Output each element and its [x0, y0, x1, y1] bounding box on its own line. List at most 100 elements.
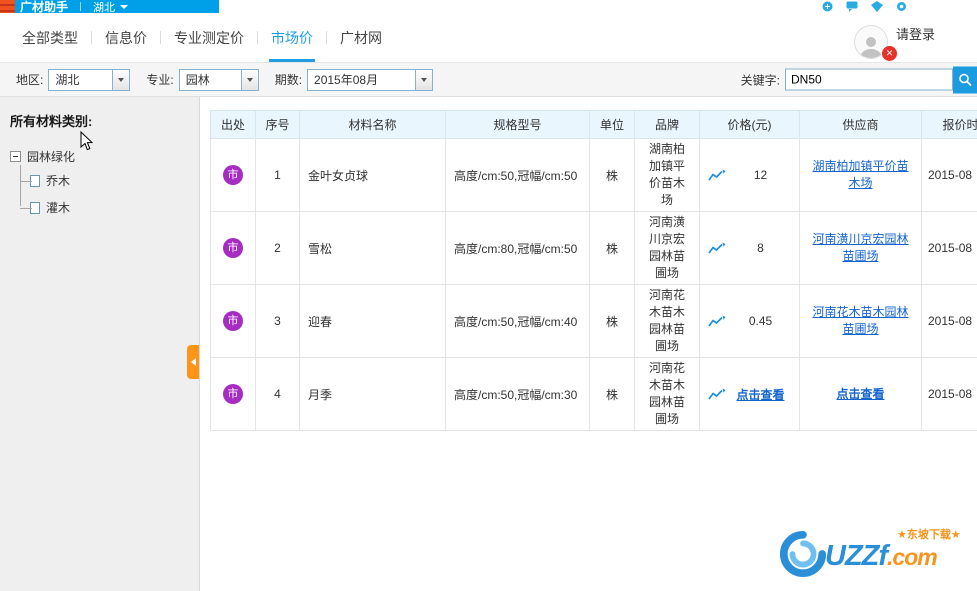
spec-cell: 高度/cm:50,冠幅/cm:30 — [446, 358, 590, 431]
major-filter-label: 专业: — [146, 71, 173, 88]
price-trend-chart-icon[interactable] — [708, 388, 726, 401]
spec-cell: 高度/cm:80,冠幅/cm:50 — [446, 212, 590, 285]
tab-info-price[interactable]: 信息价 — [105, 13, 147, 62]
price-value: 点击查看 — [726, 386, 795, 403]
col-header-unit: 单位 — [590, 111, 635, 139]
material-name-cell: 金叶女贞球 — [300, 139, 446, 212]
category-tree: 园林绿化 乔木 灌木 — [10, 148, 199, 221]
spec-cell: 高度/cm:50,冠幅/cm:50 — [446, 139, 590, 212]
price-value: 0.45 — [726, 314, 795, 328]
region-filter-label: 地区: — [16, 71, 43, 88]
app-logo-icon — [0, 0, 15, 13]
tree-node-arbor[interactable]: 乔木 — [30, 167, 199, 194]
index-cell: 3 — [256, 285, 300, 358]
major-dropdown[interactable]: 园林 — [179, 69, 259, 91]
col-header-brand: 品牌 — [635, 111, 700, 139]
quote-date-cell: 2015-08 — [922, 358, 977, 431]
unit-cell: 株 — [590, 139, 635, 212]
price-trend-chart-icon[interactable] — [708, 242, 726, 255]
tree-collapse-icon[interactable] — [10, 151, 21, 162]
window-titlebar: 广材助手 湖北 — [0, 0, 977, 13]
tab-market-price-label: 市场价 — [271, 28, 313, 48]
brand-cell: 河南花木苗木园林苗圃场 — [635, 358, 700, 431]
gem-icon[interactable] — [871, 1, 883, 12]
message-icon[interactable] — [846, 1, 858, 12]
period-filter-label: 期数: — [275, 71, 302, 88]
supplier-link[interactable]: 河南花木苗木园林苗圃场 — [812, 305, 908, 336]
titlebar-region-selector[interactable]: 湖北 — [93, 0, 128, 13]
period-dropdown-button[interactable] — [415, 70, 432, 90]
tab-guangcai-web[interactable]: 广材网 — [340, 13, 382, 62]
person-icon — [858, 34, 884, 58]
market-source-badge: 市 — [223, 165, 243, 185]
quote-date-cell: 2015-08 — [922, 139, 977, 212]
tab-info-price-label: 信息价 — [105, 28, 147, 48]
nav-divider — [326, 31, 327, 44]
tab-guangcai-web-label: 广材网 — [340, 28, 382, 48]
filter-bar: 地区: 湖北 专业: 园林 期数: 2015年08月 关键字: — [0, 62, 977, 97]
category-sidebar: 所有材料类别: 园林绿化 乔木 灌木 — [0, 97, 200, 591]
index-cell: 1 — [256, 139, 300, 212]
price-trend-chart-icon[interactable] — [708, 315, 726, 328]
keyword-input[interactable] — [785, 69, 953, 91]
unit-cell: 株 — [590, 285, 635, 358]
nav-divider — [160, 31, 161, 44]
unit-cell: 株 — [590, 358, 635, 431]
supplier-link[interactable]: 点击查看 — [836, 387, 884, 401]
market-source-badge: 市 — [223, 311, 243, 331]
table-row: 市 1 金叶女贞球 高度/cm:50,冠幅/cm:50 株 湖南柏加镇平价苗木场… — [211, 139, 977, 212]
search-button[interactable] — [953, 66, 977, 93]
period-dropdown[interactable]: 2015年08月 — [307, 69, 433, 91]
tab-all-types[interactable]: 全部类型 — [22, 13, 78, 62]
col-header-material-name: 材料名称 — [300, 111, 446, 139]
table-header-row: 出处 序号 材料名称 规格型号 单位 品牌 价格(元) 供应商 报价时间 — [211, 111, 977, 139]
spec-cell: 高度/cm:50,冠幅/cm:40 — [446, 285, 590, 358]
table-row: 市 2 雪松 高度/cm:80,冠幅/cm:50 株 河南潢川京宏园林苗圃场 8… — [211, 212, 977, 285]
tree-node-shrub-label: 灌木 — [46, 199, 70, 216]
table-body: 市 1 金叶女贞球 高度/cm:50,冠幅/cm:50 株 湖南柏加镇平价苗木场… — [211, 139, 977, 431]
price-cell: 12 — [700, 139, 800, 212]
supplier-link[interactable]: 湖南柏加镇平价苗木场 — [812, 159, 908, 190]
col-header-source: 出处 — [211, 111, 256, 139]
source-cell: 市 — [211, 212, 256, 285]
coin-icon[interactable] — [822, 1, 833, 12]
login-link[interactable]: 请登录 — [896, 24, 935, 43]
materials-table: 出处 序号 材料名称 规格型号 单位 品牌 价格(元) 供应商 报价时间 市 1… — [210, 110, 977, 431]
sidebar-collapse-handle[interactable] — [187, 345, 199, 379]
supplier-cell: 湖南柏加镇平价苗木场 — [800, 139, 922, 212]
major-dropdown-button[interactable] — [241, 70, 258, 90]
tree-node-garden[interactable]: 园林绿化 — [10, 148, 199, 165]
chevron-down-icon — [118, 78, 124, 82]
tab-professional-price[interactable]: 专业测定价 — [174, 13, 244, 62]
col-header-price: 价格(元) — [700, 111, 800, 139]
close-badge-icon[interactable]: ✕ — [882, 46, 897, 61]
content-area: 所有材料类别: 园林绿化 乔木 灌木 — [0, 97, 977, 591]
settings-icon[interactable] — [896, 1, 907, 12]
document-icon — [30, 175, 40, 187]
supplier-link[interactable]: 河南潢川京宏园林苗圃场 — [812, 232, 908, 263]
region-dropdown-button[interactable] — [112, 70, 129, 90]
price-value: 8 — [726, 241, 795, 255]
keyword-label: 关键字: — [741, 71, 780, 88]
tree-node-shrub[interactable]: 灌木 — [30, 194, 199, 221]
supplier-cell: 点击查看 — [800, 358, 922, 431]
tab-all-types-label: 全部类型 — [22, 28, 78, 48]
material-name-cell: 月季 — [300, 358, 446, 431]
tab-market-price[interactable]: 市场价 — [271, 13, 313, 62]
tree-node-garden-label: 园林绿化 — [27, 148, 75, 165]
tree-node-arbor-label: 乔木 — [46, 172, 70, 189]
app-title: 广材助手 — [20, 0, 68, 13]
tree-children: 乔木 灌木 — [15, 167, 199, 221]
brand-cell: 河南潢川京宏园林苗圃场 — [635, 212, 700, 285]
price-trend-chart-icon[interactable] — [708, 169, 726, 182]
main-nav: 全部类型 信息价 专业测定价 市场价 广材网 请登录 ✕ — [0, 13, 977, 62]
source-cell: 市 — [211, 139, 256, 212]
titlebar-brand-area: 广材助手 湖北 — [0, 0, 219, 13]
index-cell: 4 — [256, 358, 300, 431]
material-name-cell: 雪松 — [300, 212, 446, 285]
nav-divider — [257, 31, 258, 44]
col-header-quote-date: 报价时间 — [922, 111, 977, 139]
titlebar-region-label: 湖北 — [93, 0, 115, 13]
region-dropdown[interactable]: 湖北 — [48, 69, 130, 91]
market-source-badge: 市 — [223, 384, 243, 404]
